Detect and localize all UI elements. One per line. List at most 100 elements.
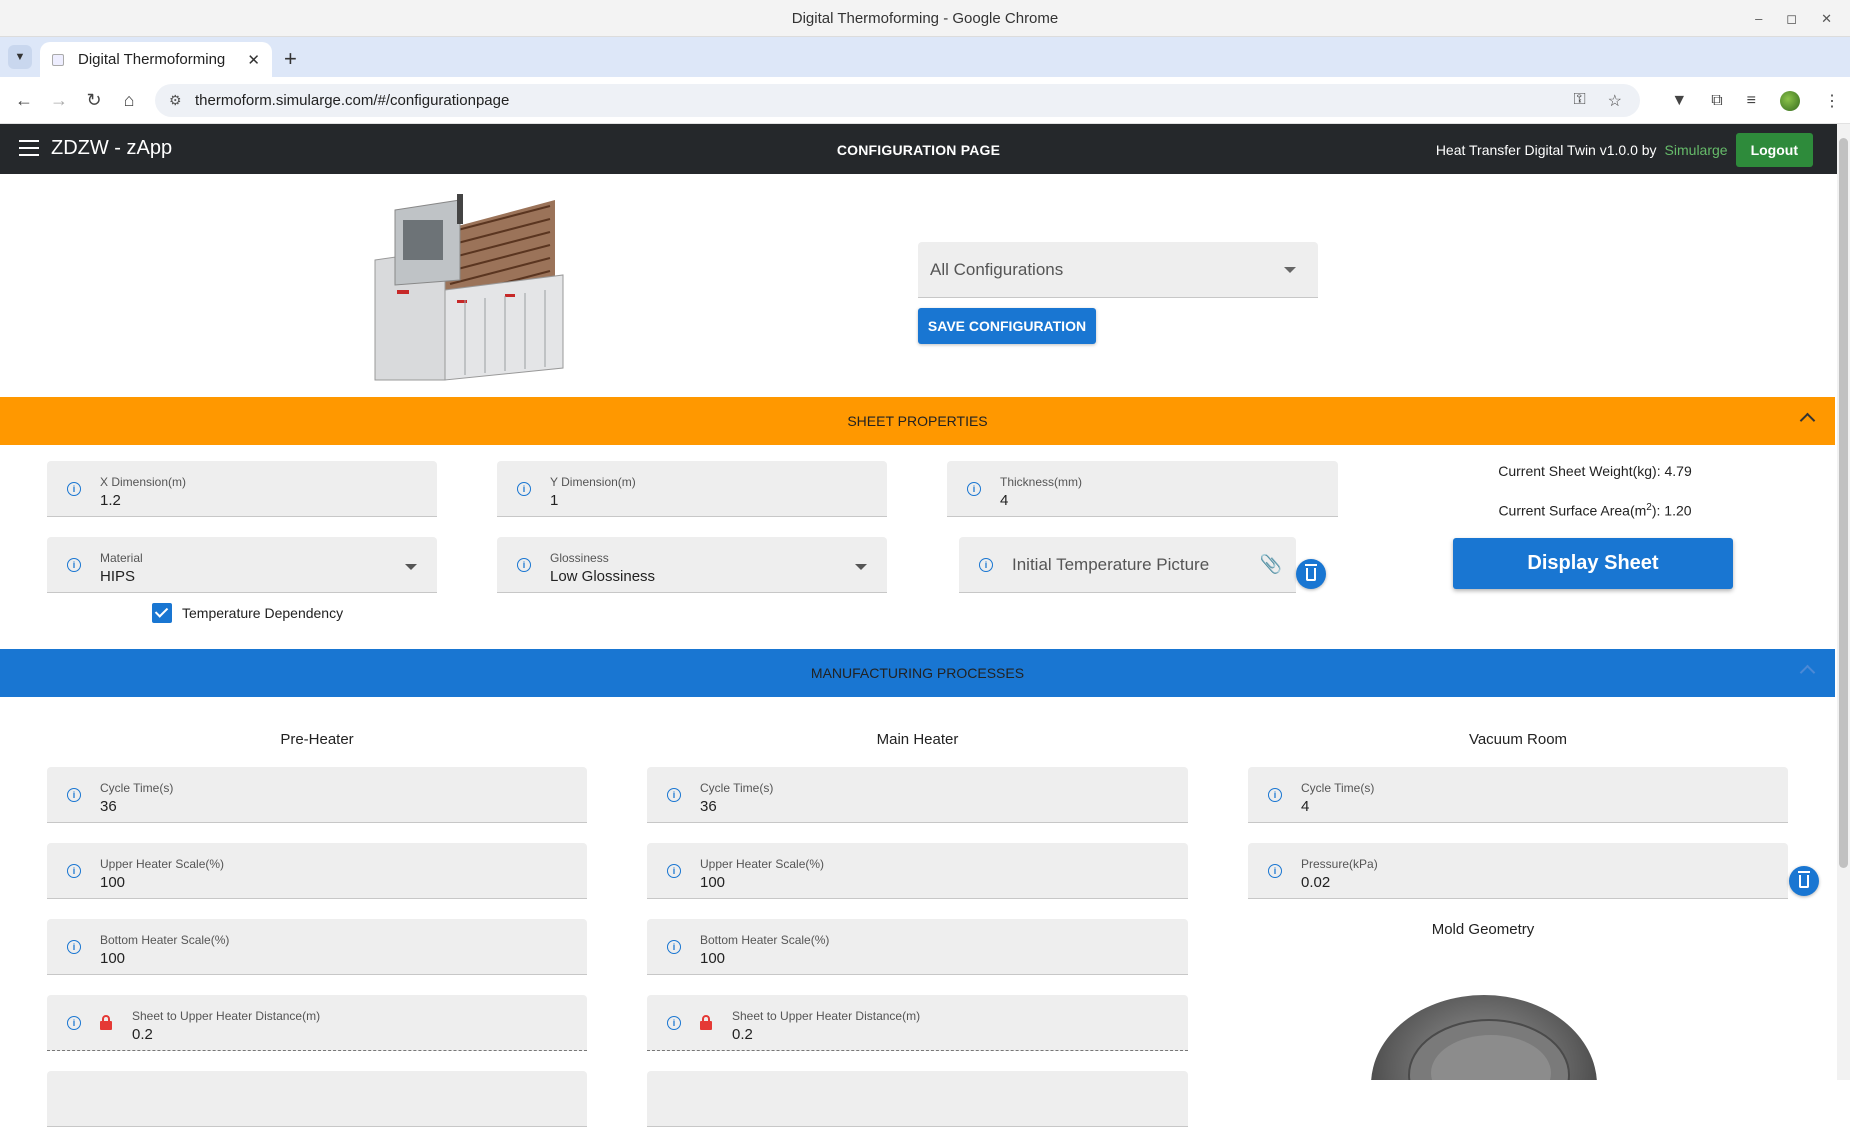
logout-button[interactable]: Logout	[1735, 133, 1813, 167]
pre-heater-cycle-value[interactable]: 36	[100, 798, 117, 815]
new-tab-icon[interactable]: +	[284, 46, 297, 72]
collapse-chevron-icon[interactable]	[1799, 412, 1816, 429]
info-icon[interactable]: i	[67, 1016, 81, 1030]
profile-avatar[interactable]	[1780, 90, 1800, 111]
glossiness-value: Low Glossiness	[550, 568, 656, 585]
address-bar[interactable]: ⚙ thermoform.simularge.com/#/configurati…	[155, 84, 1640, 117]
info-icon[interactable]: i	[67, 940, 81, 954]
main-heater-bottom-field[interactable]: i Bottom Heater Scale(%) 100	[647, 919, 1188, 975]
media-control-icon[interactable]: ≡	[1747, 92, 1756, 110]
main-heater-next-field[interactable]	[647, 1071, 1188, 1127]
close-window-icon[interactable]: ✕	[1821, 11, 1832, 27]
sheet-properties-title: SHEET PROPERTIES	[847, 413, 988, 429]
info-icon[interactable]: i	[967, 482, 981, 496]
back-icon[interactable]: ←	[13, 90, 35, 111]
pre-heater-bottom-field[interactable]: i Bottom Heater Scale(%) 100	[47, 919, 587, 975]
main-heater-upper-value[interactable]: 100	[700, 874, 725, 891]
info-icon[interactable]: i	[667, 1016, 681, 1030]
dropdown-caret-icon	[1284, 267, 1296, 273]
brand-link[interactable]: Simularge	[1665, 142, 1728, 158]
pre-heater-distance-field[interactable]: i Sheet to Upper Heater Distance(m) 0.2	[47, 995, 587, 1051]
password-key-icon[interactable]: ⚿	[1573, 91, 1585, 111]
initial-temperature-upload[interactable]: i Initial Temperature Picture 📎	[959, 537, 1296, 593]
material-select[interactable]: i Material HIPS	[47, 537, 437, 593]
main-heater-bottom-value[interactable]: 100	[700, 950, 725, 967]
configuration-select[interactable]: All Configurations	[918, 242, 1318, 298]
pre-heater-cycle-field[interactable]: i Cycle Time(s) 36	[47, 767, 587, 823]
browser-menu-icon[interactable]: ⋮	[1824, 91, 1840, 111]
main-heater-distance-field[interactable]: i Sheet to Upper Heater Distance(m) 0.2	[647, 995, 1188, 1051]
x-dimension-label: X Dimension(m)	[100, 475, 187, 489]
reload-icon[interactable]: ↻	[83, 90, 105, 111]
main-heater-upper-field[interactable]: i Upper Heater Scale(%) 100	[647, 843, 1188, 899]
pre-heater-upper-value[interactable]: 100	[100, 874, 125, 891]
thickness-field[interactable]: i Thickness(mm) 4	[947, 461, 1338, 517]
vacuum-cycle-value[interactable]: 4	[1301, 798, 1309, 815]
vacuum-pressure-value[interactable]: 0.02	[1301, 874, 1330, 891]
info-icon[interactable]: i	[1268, 864, 1282, 878]
thickness-value[interactable]: 4	[1000, 492, 1008, 509]
vacuum-cycle-label: Cycle Time(s)	[1301, 781, 1375, 795]
display-sheet-button[interactable]: Display Sheet	[1453, 538, 1733, 589]
site-info-icon[interactable]: ⚙	[169, 92, 187, 109]
checkbox-checked-icon[interactable]	[152, 603, 172, 623]
temperature-dependency-label: Temperature Dependency	[182, 605, 344, 621]
close-tab-icon[interactable]: ✕	[247, 51, 260, 69]
trash-icon	[1798, 870, 1810, 888]
material-value: HIPS	[100, 568, 136, 585]
main-heater-cycle-value[interactable]: 36	[700, 798, 717, 815]
vacuum-cycle-field[interactable]: i Cycle Time(s) 4	[1248, 767, 1788, 823]
collapse-chevron-icon[interactable]	[1799, 664, 1816, 681]
info-icon[interactable]: i	[979, 558, 993, 572]
info-icon[interactable]: i	[667, 864, 681, 878]
delete-picture-button[interactable]	[1296, 559, 1326, 589]
y-dimension-value[interactable]: 1	[550, 492, 558, 509]
info-icon[interactable]: i	[1268, 788, 1282, 802]
save-configuration-button[interactable]: SAVE CONFIGURATION	[918, 308, 1096, 344]
sheet-properties-header[interactable]: SHEET PROPERTIES	[0, 397, 1835, 445]
home-icon[interactable]: ⌂	[118, 90, 140, 111]
info-icon[interactable]: i	[67, 482, 81, 496]
manufacturing-processes-header[interactable]: MANUFACTURING PROCESSES	[0, 649, 1835, 697]
info-icon[interactable]: i	[67, 788, 81, 802]
paperclip-icon[interactable]: 📎	[1260, 554, 1282, 575]
y-dimension-label: Y Dimension(m)	[550, 475, 636, 489]
material-label: Material	[100, 551, 143, 565]
mold-geometry-title: Mold Geometry	[1431, 921, 1535, 938]
dropdown-caret-icon	[405, 564, 417, 570]
browser-tab[interactable]: Digital Thermoforming ✕	[40, 42, 272, 77]
tab-search-chevron-icon[interactable]: ▼	[8, 45, 32, 69]
glossiness-select[interactable]: i Glossiness Low Glossiness	[497, 537, 887, 593]
info-icon[interactable]: i	[517, 558, 531, 572]
main-heater-cycle-label: Cycle Time(s)	[700, 781, 774, 795]
y-dimension-field[interactable]: i Y Dimension(m) 1	[497, 461, 887, 517]
pre-heater-upper-field[interactable]: i Upper Heater Scale(%) 100	[47, 843, 587, 899]
info-icon[interactable]: i	[67, 864, 81, 878]
main-heater-cycle-field[interactable]: i Cycle Time(s) 36	[647, 767, 1188, 823]
page-scrollbar[interactable]	[1837, 124, 1850, 1080]
thickness-label: Thickness(mm)	[1000, 475, 1083, 489]
minimize-icon[interactable]: –	[1755, 11, 1762, 26]
info-icon[interactable]: i	[667, 788, 681, 802]
configuration-select-value: All Configurations	[930, 259, 1064, 279]
info-icon[interactable]: i	[517, 482, 531, 496]
surface-area-text: Current Surface Area(m2): 1.20	[1410, 502, 1780, 519]
extensions-puzzle-icon[interactable]: ⧉	[1711, 92, 1722, 110]
browser-toolbar: ← → ↻ ⌂ ⚙ thermoform.simularge.com/#/con…	[0, 77, 1850, 124]
delete-mold-button[interactable]	[1789, 866, 1819, 896]
pre-heater-next-field[interactable]	[47, 1071, 587, 1127]
restore-icon[interactable]: ◻	[1786, 11, 1797, 27]
info-icon[interactable]: i	[667, 940, 681, 954]
x-dimension-field[interactable]: i X Dimension(m) 1.2	[47, 461, 437, 517]
temperature-dependency-checkbox[interactable]: Temperature Dependency	[152, 603, 343, 623]
bookmark-star-icon[interactable]: ☆	[1608, 91, 1622, 111]
x-dimension-value[interactable]: 1.2	[100, 492, 121, 509]
pre-heater-distance-value: 0.2	[132, 1026, 153, 1043]
extension-v-icon[interactable]: ▼	[1671, 92, 1687, 110]
forward-icon[interactable]: →	[48, 90, 70, 111]
pre-heater-bottom-value[interactable]: 100	[100, 950, 125, 967]
vacuum-pressure-field[interactable]: i Pressure(kPa) 0.02	[1248, 843, 1788, 899]
info-icon[interactable]: i	[67, 558, 81, 572]
main-heater-upper-label: Upper Heater Scale(%)	[700, 857, 825, 871]
pre-heater-upper-label: Upper Heater Scale(%)	[100, 857, 225, 871]
